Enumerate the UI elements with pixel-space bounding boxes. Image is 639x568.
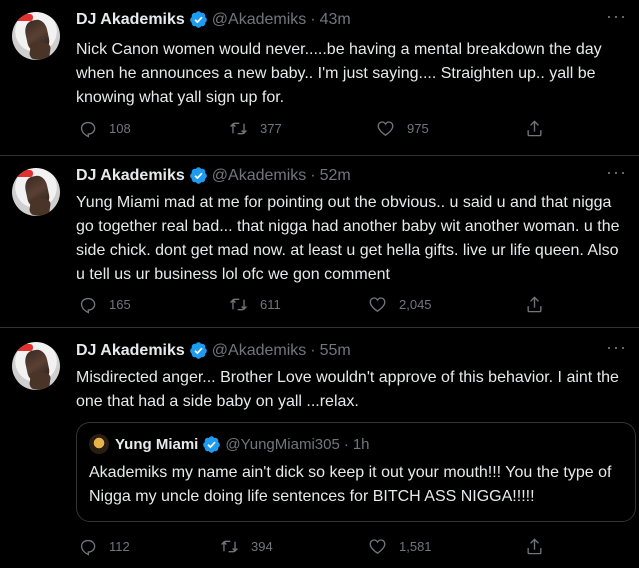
quoted-tweet-time[interactable]: 1h	[353, 436, 370, 453]
retweet-count: 377	[260, 121, 282, 136]
avatar[interactable]	[12, 168, 60, 216]
separator: ·	[343, 435, 349, 453]
tweet-time[interactable]: 43m	[320, 11, 351, 29]
verified-icon	[189, 166, 208, 185]
reply-count: 108	[109, 121, 131, 136]
share-button[interactable]	[525, 119, 544, 138]
reply-button[interactable]: 165	[78, 295, 131, 314]
tweet-actions: 112 394 1,581	[78, 537, 548, 557]
like-count: 975	[407, 121, 429, 136]
share-button[interactable]	[525, 295, 544, 314]
tweet-time[interactable]: 55m	[320, 342, 351, 360]
like-button[interactable]: 975	[376, 119, 429, 138]
retweet-icon	[229, 119, 248, 138]
share-icon	[525, 119, 544, 138]
quoted-author-name[interactable]: Yung Miami	[115, 436, 198, 453]
more-icon[interactable]: ···	[606, 6, 627, 27]
tweet-2[interactable]: DJ Akademiks @Akademiks · 52m ··· Yung M…	[0, 156, 639, 328]
quoted-tweet[interactable]: Yung Miami @YungMiami305 · 1h Akademiks …	[76, 422, 636, 522]
reply-icon	[78, 119, 97, 138]
avatar[interactable]	[12, 12, 60, 60]
tweet-3[interactable]: DJ Akademiks @Akademiks · 55m ··· Misdir…	[0, 328, 639, 568]
reply-button[interactable]: 108	[78, 119, 131, 138]
quoted-tweet-text: Akademiks my name ain't dick so keep it …	[89, 464, 612, 505]
reply-icon	[78, 537, 97, 556]
like-icon	[376, 119, 395, 138]
retweet-button[interactable]: 394	[220, 537, 273, 556]
more-icon[interactable]: ···	[606, 162, 627, 183]
avatar[interactable]	[12, 342, 60, 390]
reply-count: 165	[109, 297, 131, 312]
reply-icon	[78, 295, 97, 314]
share-icon	[525, 537, 544, 556]
tweet-text: Yung Miami mad at me for pointing out th…	[76, 194, 620, 283]
retweet-icon	[229, 295, 248, 314]
retweet-count: 394	[251, 539, 273, 554]
retweet-button[interactable]: 377	[229, 119, 282, 138]
verified-icon	[189, 10, 208, 29]
quoted-author-handle[interactable]: @YungMiami305	[225, 436, 339, 453]
author-handle[interactable]: @Akademiks	[212, 11, 307, 29]
like-icon	[368, 295, 387, 314]
tweet-time[interactable]: 52m	[320, 167, 351, 185]
verified-icon	[202, 435, 221, 454]
tweet-1[interactable]: DJ Akademiks @Akademiks · 43m ··· Nick C…	[0, 0, 639, 156]
separator: ·	[310, 10, 316, 28]
verified-icon	[189, 341, 208, 360]
share-button[interactable]	[525, 537, 544, 556]
like-count: 2,045	[399, 297, 432, 312]
quoted-avatar[interactable]	[89, 434, 109, 454]
like-button[interactable]: 2,045	[368, 295, 432, 314]
author-name[interactable]: DJ Akademiks	[76, 342, 185, 360]
like-count: 1,581	[399, 539, 432, 554]
retweet-button[interactable]: 611	[229, 295, 281, 314]
tweet-actions: 165 611 2,045	[78, 295, 548, 315]
like-button[interactable]: 1,581	[368, 537, 432, 556]
like-icon	[368, 537, 387, 556]
author-name[interactable]: DJ Akademiks	[76, 11, 185, 29]
tweet-text: Nick Canon women would never.....be havi…	[76, 41, 602, 106]
tweet-actions: 108 377 975	[78, 119, 548, 139]
separator: ·	[310, 341, 316, 359]
separator: ·	[310, 166, 316, 184]
reply-button[interactable]: 112	[78, 537, 130, 556]
share-icon	[525, 295, 544, 314]
retweet-icon	[220, 537, 239, 556]
tweet-text: Misdirected anger... Brother Love wouldn…	[76, 369, 619, 410]
author-name[interactable]: DJ Akademiks	[76, 167, 185, 185]
author-handle[interactable]: @Akademiks	[212, 167, 307, 185]
reply-count: 112	[109, 539, 130, 554]
retweet-count: 611	[260, 297, 281, 312]
more-icon[interactable]: ···	[606, 337, 627, 358]
author-handle[interactable]: @Akademiks	[212, 342, 307, 360]
